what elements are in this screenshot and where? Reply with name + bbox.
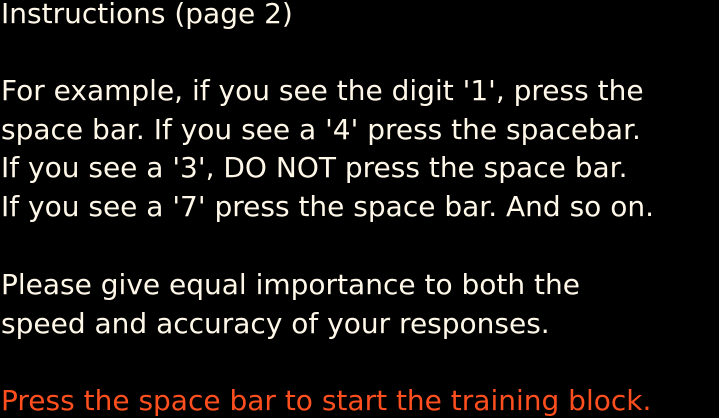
- guidance-line-2: speed and accuracy of your responses.: [1, 307, 550, 340]
- example-line-1: For example, if you see the digit '1', p…: [1, 74, 644, 107]
- example-line-2: space bar. If you see a '4' press the sp…: [1, 113, 641, 146]
- start-prompt: Press the space bar to start the trainin…: [1, 384, 652, 417]
- instruction-screen: Instructions (page 2) For example, if yo…: [0, 0, 719, 418]
- example-line-3: If you see a '3', DO NOT press the space…: [1, 151, 628, 184]
- instruction-title: Instructions (page 2): [1, 0, 293, 30]
- example-line-4: If you see a '7' press the space bar. An…: [1, 190, 654, 223]
- guidance-line-1: Please give equal importance to both the: [1, 268, 580, 301]
